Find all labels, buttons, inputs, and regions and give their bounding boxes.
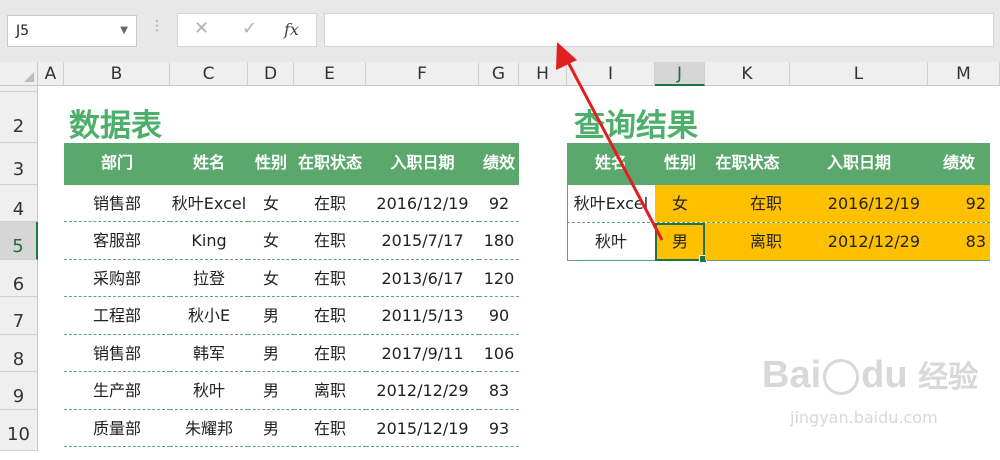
paw-icon bbox=[823, 358, 860, 395]
watermark-cn: 经验 bbox=[918, 361, 979, 394]
arrow-head bbox=[556, 42, 577, 70]
watermark-url: jingyan.baidu.com bbox=[790, 408, 938, 427]
watermark-logo: Bai du 经验 bbox=[762, 352, 978, 397]
watermark-brand2: du bbox=[861, 354, 908, 396]
arrow-shaft bbox=[566, 61, 664, 241]
watermark-brand: Bai bbox=[762, 354, 822, 396]
